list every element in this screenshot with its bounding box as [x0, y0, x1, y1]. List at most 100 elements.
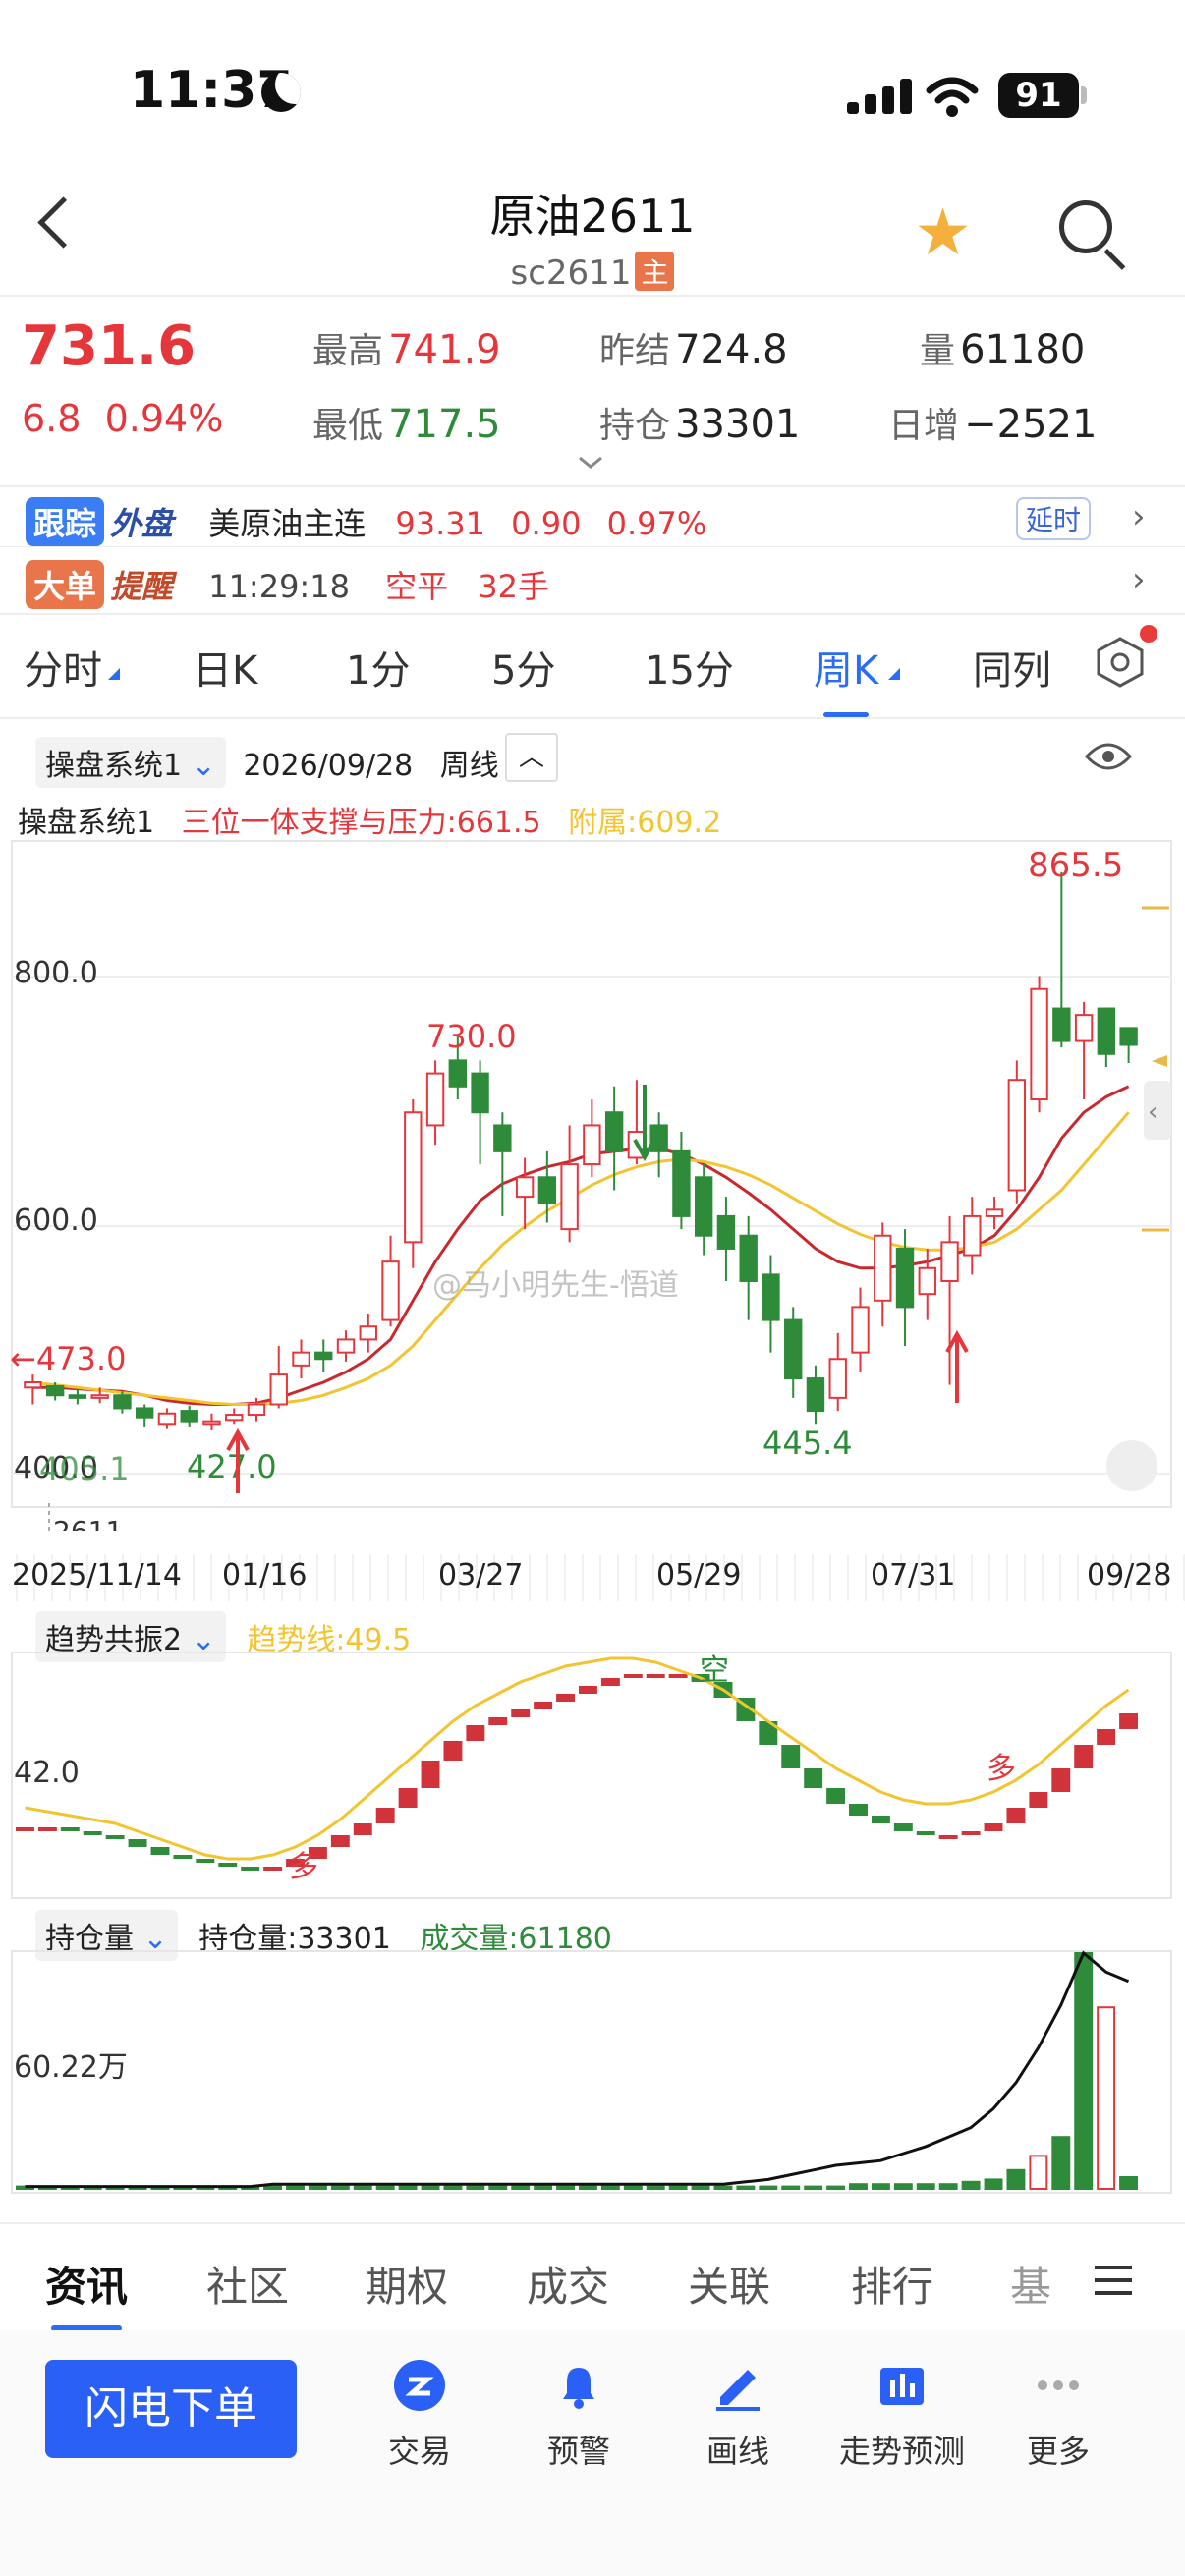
tab-15min[interactable]: 15分 — [645, 639, 734, 696]
osc-bar — [556, 1694, 575, 1702]
oi-label: 持仓 — [599, 406, 671, 446]
candle — [963, 1214, 982, 1257]
volume-bar — [871, 2183, 890, 2190]
tab-ranking[interactable]: 排行 — [851, 2254, 933, 2314]
nav-more[interactable]: 更多 — [985, 2358, 1132, 2472]
candle — [336, 1338, 356, 1354]
tab-community[interactable]: 社区 — [206, 2254, 289, 2314]
nav-trade[interactable]: 交易 — [346, 2358, 493, 2472]
tab-related[interactable]: 关联 — [688, 2254, 770, 2314]
high-value: 741.9 — [388, 327, 501, 372]
nav-draw[interactable]: 画线 — [664, 2358, 812, 2472]
candle — [716, 1214, 736, 1250]
tab-options[interactable]: 期权 — [366, 2254, 448, 2314]
tab-1min[interactable]: 1分 — [346, 639, 410, 696]
volume-bar — [781, 2185, 801, 2191]
candle — [851, 1306, 870, 1354]
y-tick-600: 600.0 — [14, 1204, 98, 1238]
nav-alert[interactable]: 预警 — [505, 2358, 652, 2472]
flash-order-button[interactable]: 闪电下单 — [45, 2360, 297, 2458]
max-annotation: 865.5 — [1028, 846, 1123, 885]
candle — [672, 1149, 691, 1217]
candle — [68, 1394, 87, 1399]
osc-bar — [421, 1761, 440, 1788]
candlesticks — [24, 871, 1138, 1430]
expand-chevron-icon[interactable] — [576, 454, 605, 476]
osc-bar — [646, 1674, 665, 1678]
osc-bar — [984, 1823, 1003, 1831]
short-marker: 空 — [700, 1653, 729, 1688]
x-axis: 2025/11/14 01/16 03/27 05/29 07/31 09/28 — [0, 1554, 1185, 1601]
tab-fundamentals[interactable]: 基 — [1010, 2254, 1051, 2314]
candle — [583, 1124, 601, 1166]
high-field: 最高 741.9 — [312, 322, 501, 373]
osc-bar — [263, 1867, 283, 1871]
sell-arrow-icon — [633, 1085, 656, 1162]
tab-daily[interactable]: 日K — [193, 639, 257, 696]
volume-bar — [736, 2185, 756, 2191]
foreign-ticker-row[interactable]: 跟踪 外盘 美原油主连 93.31 0.90 0.97% — [26, 497, 706, 546]
eye-icon[interactable] — [1084, 739, 1133, 778]
volume-bar — [443, 2185, 463, 2191]
volume-bar — [759, 2185, 778, 2191]
chevron-right-icon[interactable]: › — [1132, 560, 1146, 599]
volume-bar — [330, 2185, 350, 2191]
oscillator-chart[interactable]: 42.0 多 空 多 — [0, 1651, 1185, 1902]
tab-news[interactable]: 资讯 — [45, 2254, 128, 2331]
collapse-up-icon[interactable]: ︿ — [505, 733, 558, 782]
menu-icon[interactable] — [1095, 2266, 1132, 2295]
daily-inc-value: −2521 — [964, 402, 1098, 447]
daily-inc-label: 日增 — [888, 406, 960, 446]
track-chip: 跟踪 — [26, 497, 105, 546]
kline-chart[interactable]: 800.0 600.0 400.0 865.5 730.0 427.0 445.… — [0, 833, 1185, 1531]
nav-draw-label: 画线 — [705, 2433, 769, 2470]
divider — [0, 2222, 1185, 2224]
chevron-right-icon[interactable]: › — [1132, 497, 1146, 536]
volume-bar — [308, 2185, 327, 2191]
osc-bar — [398, 1788, 418, 1808]
osc-bar — [849, 1804, 868, 1816]
osc-bar — [150, 1847, 170, 1855]
daily-inc-field: 日增 −2521 — [888, 397, 1097, 448]
volume-bar — [421, 2185, 440, 2191]
system-select[interactable]: 操盘系统1 ⌄ — [35, 737, 226, 788]
tab-trades[interactable]: 成交 — [527, 2254, 609, 2314]
settings-hexagon-icon[interactable] — [1093, 635, 1148, 700]
osc-bar — [579, 1686, 597, 1694]
osc-bar — [488, 1717, 508, 1725]
tab-weekly[interactable]: 周K — [814, 639, 878, 717]
candle — [381, 1260, 400, 1321]
candle — [828, 1358, 847, 1399]
candle — [1097, 1007, 1116, 1055]
volume-bar — [534, 2185, 553, 2191]
nav-forecast[interactable]: 走势预测 — [823, 2358, 981, 2472]
more-dots-icon — [1038, 2380, 1079, 2390]
favorite-star-icon[interactable]: ★ — [914, 195, 972, 270]
contract-label: 2611 — [53, 1515, 123, 1531]
chart-period: 周线 — [439, 749, 499, 783]
volume-bar — [1097, 2006, 1116, 2191]
osc-bar — [60, 1827, 80, 1831]
osc-y-tick: 42.0 — [14, 1756, 80, 1790]
osc-bar — [1029, 1792, 1048, 1808]
info-tabs: 资讯 社区 期权 成交 关联 排行 基 — [0, 2226, 1185, 2331]
volume-bar — [623, 2185, 643, 2191]
tab-timeshare[interactable]: 分时 — [24, 639, 102, 696]
osc-bar — [353, 1823, 372, 1835]
divider — [0, 485, 1185, 487]
tab-compare[interactable]: 同列 — [973, 639, 1051, 696]
oi-volume-chart[interactable]: 60.22万 — [0, 1949, 1185, 2195]
indicator-selector[interactable]: 操盘系统1 ⌄ 2026/09/28 周线 — [35, 737, 499, 788]
osc-bar — [781, 1745, 801, 1768]
candle — [918, 1266, 936, 1296]
osc-bar — [623, 1674, 643, 1678]
main-tag: 主 — [635, 252, 675, 291]
tab-5min[interactable]: 5分 — [491, 639, 555, 696]
long-marker: 多 — [987, 1752, 1016, 1786]
search-icon[interactable] — [1059, 200, 1112, 253]
foreign-change: 0.90 — [511, 505, 582, 542]
osc-bar — [938, 1835, 958, 1839]
big-order-alert-row[interactable]: 大单 提醒 11:29:18 空平 32手 — [26, 560, 549, 609]
period-tabs: 分时 日K 1分 5分 15分 周K 同列 — [0, 609, 1185, 717]
osc-bar — [173, 1855, 193, 1859]
